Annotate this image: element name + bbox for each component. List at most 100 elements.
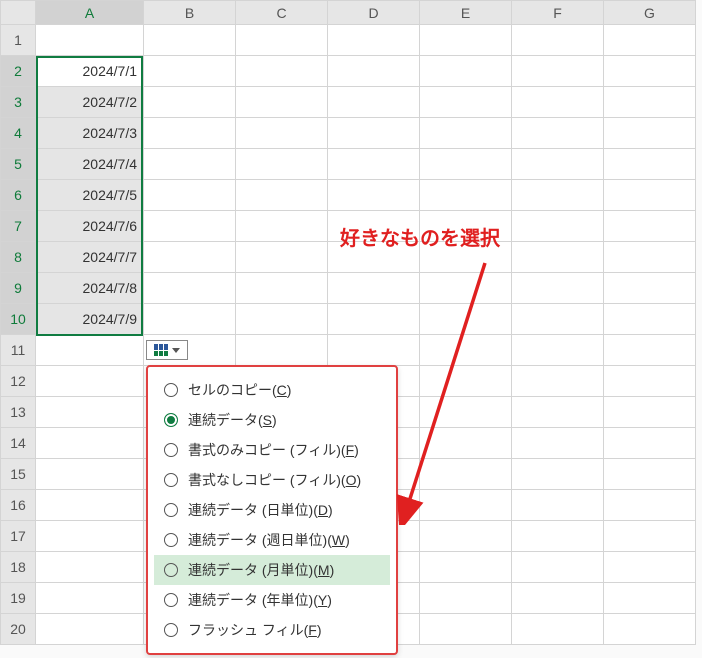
- cell[interactable]: [144, 149, 236, 180]
- row-header[interactable]: 11: [1, 335, 36, 366]
- col-header-D[interactable]: D: [328, 1, 420, 25]
- autofill-menu-item[interactable]: セルのコピー(C): [154, 375, 390, 405]
- cell[interactable]: [604, 583, 696, 614]
- row-header[interactable]: 8: [1, 242, 36, 273]
- cell[interactable]: [512, 614, 604, 645]
- cell[interactable]: [420, 583, 512, 614]
- cell[interactable]: [604, 87, 696, 118]
- cell[interactable]: [328, 335, 420, 366]
- cell[interactable]: [36, 397, 144, 428]
- cell[interactable]: [36, 335, 144, 366]
- autofill-menu-item[interactable]: 連続データ (日単位)(D): [154, 495, 390, 525]
- cell[interactable]: [604, 149, 696, 180]
- row-header[interactable]: 12: [1, 366, 36, 397]
- cell[interactable]: [420, 428, 512, 459]
- cell[interactable]: [420, 56, 512, 87]
- cell[interactable]: [144, 87, 236, 118]
- cell[interactable]: [604, 242, 696, 273]
- cell[interactable]: [604, 273, 696, 304]
- cell[interactable]: [512, 552, 604, 583]
- cell[interactable]: [144, 118, 236, 149]
- cell[interactable]: [144, 25, 236, 56]
- cell[interactable]: [236, 304, 328, 335]
- cell[interactable]: [512, 211, 604, 242]
- row-header[interactable]: 9: [1, 273, 36, 304]
- cell[interactable]: [36, 521, 144, 552]
- cell[interactable]: [420, 521, 512, 552]
- col-header-F[interactable]: F: [512, 1, 604, 25]
- cell[interactable]: [604, 56, 696, 87]
- cell[interactable]: [420, 87, 512, 118]
- cell[interactable]: [420, 366, 512, 397]
- cell[interactable]: [604, 366, 696, 397]
- cell[interactable]: [328, 304, 420, 335]
- row-header[interactable]: 19: [1, 583, 36, 614]
- cell[interactable]: [420, 273, 512, 304]
- cell[interactable]: [512, 490, 604, 521]
- cell[interactable]: [144, 273, 236, 304]
- cell[interactable]: [144, 211, 236, 242]
- cell[interactable]: [236, 118, 328, 149]
- row-header[interactable]: 2: [1, 56, 36, 87]
- autofill-menu-item[interactable]: 連続データ (週日単位)(W): [154, 525, 390, 555]
- row-header[interactable]: 5: [1, 149, 36, 180]
- autofill-menu-item[interactable]: 書式のみコピー (フィル)(F): [154, 435, 390, 465]
- cell[interactable]: [328, 56, 420, 87]
- cell[interactable]: [236, 149, 328, 180]
- cell[interactable]: [512, 149, 604, 180]
- cell[interactable]: [604, 335, 696, 366]
- cell[interactable]: [36, 583, 144, 614]
- cell[interactable]: [420, 180, 512, 211]
- cell[interactable]: [512, 521, 604, 552]
- col-header-C[interactable]: C: [236, 1, 328, 25]
- cell[interactable]: [512, 583, 604, 614]
- cell[interactable]: [420, 304, 512, 335]
- cell[interactable]: [512, 428, 604, 459]
- cell[interactable]: [236, 211, 328, 242]
- cell[interactable]: [236, 56, 328, 87]
- cell[interactable]: [604, 180, 696, 211]
- cell[interactable]: [328, 180, 420, 211]
- cell[interactable]: 2024/7/6: [36, 211, 144, 242]
- cell[interactable]: [420, 459, 512, 490]
- cell[interactable]: [512, 335, 604, 366]
- cell[interactable]: [144, 304, 236, 335]
- cell[interactable]: [236, 180, 328, 211]
- cell[interactable]: [36, 490, 144, 521]
- cell[interactable]: [420, 149, 512, 180]
- cell[interactable]: [512, 366, 604, 397]
- cell[interactable]: 2024/7/3: [36, 118, 144, 149]
- cell[interactable]: [144, 242, 236, 273]
- cell[interactable]: [512, 180, 604, 211]
- row-header[interactable]: 16: [1, 490, 36, 521]
- cell[interactable]: [604, 211, 696, 242]
- autofill-options-button[interactable]: [146, 340, 188, 360]
- cell[interactable]: [420, 614, 512, 645]
- cell[interactable]: 2024/7/7: [36, 242, 144, 273]
- cell[interactable]: [512, 25, 604, 56]
- row-header[interactable]: 17: [1, 521, 36, 552]
- row-header[interactable]: 3: [1, 87, 36, 118]
- cell[interactable]: [328, 273, 420, 304]
- row-header[interactable]: 6: [1, 180, 36, 211]
- autofill-options-menu[interactable]: セルのコピー(C)連続データ(S)書式のみコピー (フィル)(F)書式なしコピー…: [146, 365, 398, 655]
- cell[interactable]: [36, 459, 144, 490]
- row-header[interactable]: 13: [1, 397, 36, 428]
- cell[interactable]: [236, 335, 328, 366]
- cell[interactable]: [604, 521, 696, 552]
- cell[interactable]: [420, 25, 512, 56]
- cell[interactable]: [420, 118, 512, 149]
- cell[interactable]: [512, 273, 604, 304]
- autofill-menu-item[interactable]: フラッシュ フィル(F): [154, 615, 390, 645]
- autofill-menu-item[interactable]: 書式なしコピー (フィル)(O): [154, 465, 390, 495]
- cell[interactable]: [512, 56, 604, 87]
- row-header[interactable]: 4: [1, 118, 36, 149]
- cell[interactable]: [604, 304, 696, 335]
- cell[interactable]: [604, 552, 696, 583]
- cell[interactable]: [604, 614, 696, 645]
- cell[interactable]: [604, 397, 696, 428]
- autofill-menu-item[interactable]: 連続データ (年単位)(Y): [154, 585, 390, 615]
- cell[interactable]: [512, 397, 604, 428]
- col-header-A[interactable]: A: [36, 1, 144, 25]
- cell[interactable]: [36, 614, 144, 645]
